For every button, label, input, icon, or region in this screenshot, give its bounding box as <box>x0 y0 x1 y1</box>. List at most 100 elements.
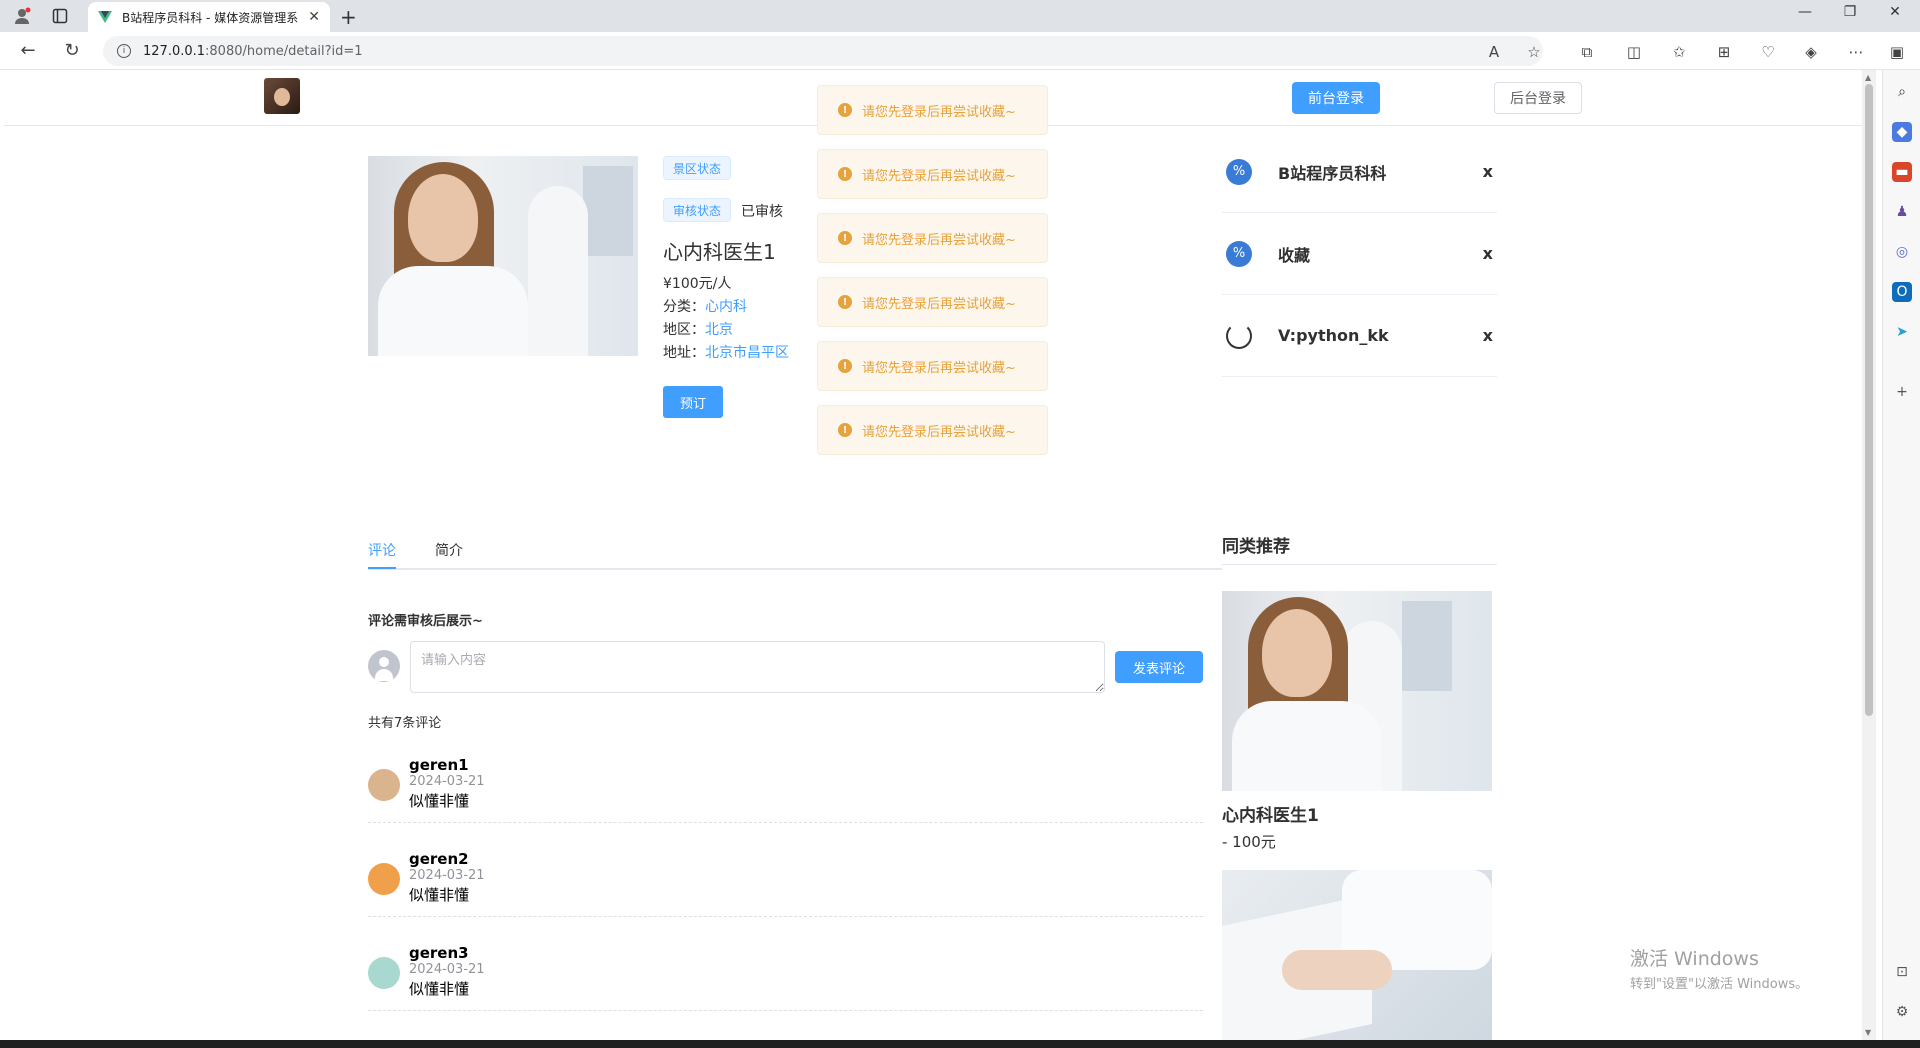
comment-count: 共有7条评论 <box>368 716 442 731</box>
audit-status-value: 已审核 <box>741 204 783 220</box>
warning-toast: ! 请您先登录后再尝试收藏~ <box>817 213 1048 263</box>
avatar <box>368 957 400 989</box>
more-menu-icon[interactable]: ⋯ <box>1845 43 1867 61</box>
front-login-button[interactable]: 前台登录 <box>1292 82 1380 114</box>
active-tab-indicator <box>368 567 396 569</box>
url-text: 127.0.0.1:8080/home/detail?id=1 <box>143 43 363 59</box>
extensions-icon[interactable]: ⧉ <box>1576 43 1598 61</box>
category-link[interactable]: 心内科 <box>705 299 747 315</box>
tabs-divider <box>368 568 1222 570</box>
percent-icon: % <box>1226 158 1252 185</box>
minimize-icon[interactable]: — <box>1785 4 1825 20</box>
address-link[interactable]: 北京市昌平区 <box>705 345 789 361</box>
url-field[interactable]: i 127.0.0.1:8080/home/detail?id=1 <box>103 36 1543 66</box>
refresh-icon <box>1226 322 1252 349</box>
warning-toast: ! 请您先登录后再尝试收藏~ <box>817 149 1048 199</box>
recommend-item-name[interactable]: 心内科医生1 <box>1222 801 1319 826</box>
vue-logo-icon <box>98 11 112 23</box>
read-aloud-icon[interactable]: A <box>1483 43 1505 61</box>
category-line: 分类：心内科 <box>663 299 747 315</box>
scrollbar-thumb[interactable] <box>1865 84 1873 716</box>
site-info-icon[interactable]: i <box>117 44 131 58</box>
site-logo[interactable] <box>264 78 300 114</box>
audit-status-tag: 审核状态 <box>663 198 732 222</box>
warning-icon: ! <box>838 295 852 309</box>
tab-intro[interactable]: 简介 <box>435 540 463 560</box>
page-scrollbar[interactable]: ▲ ▼ <box>1862 70 1876 1040</box>
side-item-favorite[interactable]: % 收藏 x <box>1222 213 1497 295</box>
favorite-star-icon[interactable]: ☆ <box>1523 43 1545 61</box>
region-link[interactable]: 北京 <box>705 322 733 338</box>
product-price: ¥100元/人 <box>663 276 732 292</box>
windows-activation-watermark: 激活 Windows 转到"设置"以激活 Windows。 <box>1630 948 1809 992</box>
send-icon[interactable]: ➤ <box>1892 322 1912 342</box>
new-tab-icon[interactable]: + <box>340 5 357 29</box>
performance-icon[interactable]: ♡ <box>1757 43 1779 61</box>
close-icon[interactable]: x <box>1483 162 1493 181</box>
shopping-icon[interactable]: ◆ <box>1892 122 1912 142</box>
games-icon[interactable]: ♟ <box>1892 202 1912 222</box>
warning-icon: ! <box>838 103 852 117</box>
screenshot-icon[interactable]: ⊡ <box>1892 962 1912 982</box>
scroll-up-arrow-icon[interactable]: ▲ <box>1865 73 1871 82</box>
tab-actions-icon[interactable] <box>50 6 70 26</box>
percent-icon: % <box>1226 240 1252 267</box>
favorites-icon[interactable]: ✩ <box>1668 43 1690 61</box>
scroll-down-arrow-icon[interactable]: ▼ <box>1865 1028 1871 1037</box>
warning-toast: ! 请您先登录后再尝试收藏~ <box>817 341 1048 391</box>
side-item-wechat[interactable]: V:python_kk x <box>1222 295 1497 377</box>
tools-icon[interactable]: ▬ <box>1892 162 1912 182</box>
restore-icon[interactable]: ❐ <box>1830 4 1870 20</box>
comment-input[interactable] <box>410 641 1105 693</box>
warning-toast: ! 请您先登录后再尝试收藏~ <box>817 277 1048 327</box>
user-avatar-icon <box>368 650 400 682</box>
reload-icon[interactable]: ↻ <box>60 40 84 61</box>
recommend-image[interactable] <box>1222 870 1492 1040</box>
close-icon[interactable]: x <box>1483 244 1493 263</box>
avatar <box>368 769 400 801</box>
tab-title: B站程序员科科 - 媒体资源管理系 <box>122 10 299 25</box>
recommend-divider <box>1222 564 1497 565</box>
browser-tab-bar: B站程序员科科 - 媒体资源管理系 ✕ + — ❐ ✕ <box>0 0 1920 32</box>
window-close-icon[interactable]: ✕ <box>1875 4 1915 20</box>
profile-icon[interactable] <box>12 6 32 26</box>
warning-icon: ! <box>838 359 852 373</box>
warning-toast: ! 请您先登录后再尝试收藏~ <box>817 405 1048 455</box>
warning-icon: ! <box>838 423 852 437</box>
search-icon[interactable]: ⌕ <box>1892 82 1912 102</box>
recommend-item-price: - 100元 <box>1222 833 1276 851</box>
tab-comments[interactable]: 评论 <box>368 540 396 560</box>
warning-toast: ! 请您先登录后再尝试收藏~ <box>817 85 1048 135</box>
address-line: 地址：北京市昌平区 <box>663 345 789 361</box>
warning-icon: ! <box>838 231 852 245</box>
side-item-bilibili[interactable]: % B站程序员科科 x <box>1222 131 1497 213</box>
browser-tab[interactable]: B站程序员科科 - 媒体资源管理系 ✕ <box>88 2 330 32</box>
copilot-icon[interactable]: ◈ <box>1800 43 1822 61</box>
collections-icon[interactable]: ⊞ <box>1713 43 1735 61</box>
comment-item: geren2 2024-03-21 似懂非懂 <box>368 846 1203 917</box>
book-button[interactable]: 预订 <box>663 386 723 418</box>
review-note: 评论需审核后展示~ <box>368 614 483 629</box>
microsoft365-icon[interactable]: ◎ <box>1892 242 1912 262</box>
edge-sidebar: ⌕ ◆ ▬ ♟ ◎ O ➤ + ⊡ ⚙ <box>1882 70 1920 1040</box>
comment-item: geren3 2024-03-21 似懂非懂 <box>368 940 1203 1011</box>
product-image <box>368 156 638 356</box>
settings-gear-icon[interactable]: ⚙ <box>1892 1002 1912 1022</box>
close-tab-icon[interactable]: ✕ <box>308 9 320 25</box>
outlook-icon[interactable]: O <box>1892 282 1912 302</box>
back-icon[interactable]: ← <box>16 40 40 61</box>
back-login-button[interactable]: 后台登录 <box>1494 82 1582 114</box>
region-line: 地区：北京 <box>663 322 733 338</box>
avatar <box>368 863 400 895</box>
recommend-image[interactable] <box>1222 591 1492 791</box>
comment-item: geren1 2024-03-21 似懂非懂 <box>368 752 1203 823</box>
split-screen-icon[interactable]: ◫ <box>1623 43 1645 61</box>
close-icon[interactable]: x <box>1483 326 1493 345</box>
recommend-title: 同类推荐 <box>1222 537 1290 557</box>
post-comment-button[interactable]: 发表评论 <box>1115 651 1203 683</box>
sidebar-toggle-icon[interactable]: ▣ <box>1886 43 1908 61</box>
product-title: 心内科医生1 <box>663 240 776 264</box>
warning-icon: ! <box>838 167 852 181</box>
add-sidebar-icon[interactable]: + <box>1892 382 1912 402</box>
address-toolbar: ← ↻ i 127.0.0.1:8080/home/detail?id=1 A … <box>0 32 1920 70</box>
